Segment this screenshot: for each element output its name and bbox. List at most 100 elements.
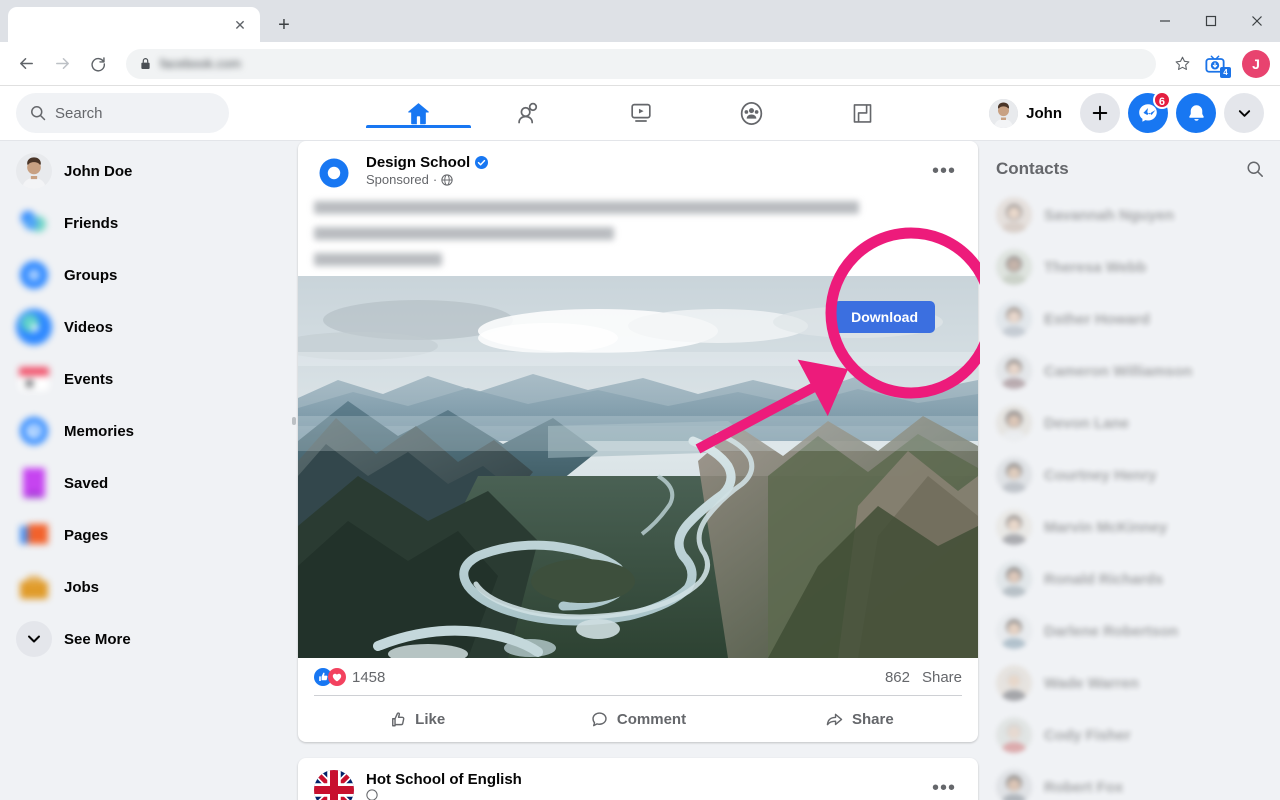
nav-groups[interactable] <box>696 100 807 127</box>
sidebar-item-label: Pages <box>64 526 109 544</box>
list-item[interactable]: Savannah Nguyen <box>988 193 1272 237</box>
post-menu-button[interactable]: ••• <box>926 770 962 800</box>
avatar <box>996 613 1032 649</box>
list-item[interactable]: Courtney Henry <box>988 453 1272 497</box>
video-downloader-extension-icon[interactable]: 4 <box>1200 50 1231 78</box>
search-placeholder: Search <box>55 104 103 122</box>
search-icon[interactable] <box>1246 160 1264 178</box>
close-window-icon[interactable] <box>1234 0 1280 42</box>
avatar <box>996 717 1032 753</box>
like-button[interactable]: Like <box>306 700 527 738</box>
sidebar-item-see-more[interactable]: See More <box>8 617 288 661</box>
sidebar-item-videos[interactable]: Videos <box>8 305 288 349</box>
comment-bubble-icon <box>590 710 609 729</box>
reaction-summary[interactable]: 1458 <box>314 668 385 686</box>
sidebar-item-profile[interactable]: John Doe <box>8 149 288 193</box>
uk-flag-avatar[interactable] <box>314 770 354 800</box>
list-item[interactable]: Theresa Webb <box>988 245 1272 289</box>
sidebar-item-friends[interactable]: Friends <box>8 201 288 245</box>
share-count-label: Share <box>921 668 962 686</box>
list-item[interactable]: Cody Fisher <box>988 713 1272 757</box>
post-body-text <box>298 193 978 276</box>
sidebar-item-label: John Doe <box>64 162 133 180</box>
groups-icon <box>738 100 765 127</box>
minimize-icon[interactable] <box>1142 0 1188 42</box>
search-input[interactable]: Search <box>16 93 229 133</box>
contact-name: Esther Howard <box>1044 310 1150 328</box>
address-bar[interactable]: facebook.com <box>126 48 1156 79</box>
share-summary[interactable]: 862 Share <box>885 669 962 686</box>
notifications-button[interactable] <box>1176 93 1216 133</box>
sidebar-item-label: Videos <box>64 318 113 336</box>
browser-profile-avatar[interactable]: J <box>1242 49 1270 78</box>
comment-button[interactable]: Comment <box>527 700 748 738</box>
contact-name: Ronald Richards <box>1044 570 1164 588</box>
friends-icon <box>16 205 52 241</box>
sidebar-item-jobs[interactable]: Jobs <box>8 565 288 609</box>
messenger-badge: 6 <box>1152 91 1171 109</box>
list-item[interactable]: Marvin McKinney <box>988 505 1272 549</box>
post-meta: Design School Sponsored · <box>366 153 926 187</box>
profile-name: John <box>1026 104 1062 122</box>
page-name[interactable]: Design School <box>366 154 470 171</box>
groups-icon <box>16 257 52 293</box>
sidebar-item-saved[interactable]: Saved <box>8 461 288 505</box>
tab-strip: ✕ + <box>0 0 1280 42</box>
post-action-bar: Like Comment Share <box>298 696 978 742</box>
main-navigation <box>296 100 985 128</box>
reload-icon[interactable] <box>82 48 114 80</box>
sidebar-item-pages[interactable]: Pages <box>8 513 288 557</box>
create-button[interactable] <box>1080 93 1120 133</box>
contact-name: Cameron Williamson <box>1044 362 1193 380</box>
lock-icon <box>140 57 151 70</box>
nav-gaming[interactable] <box>807 100 918 127</box>
avatar <box>996 249 1032 285</box>
facebook-top-bar: Search John 6 <box>0 86 1280 141</box>
watch-video-icon <box>628 100 654 126</box>
sidebar-item-groups[interactable]: Groups <box>8 253 288 297</box>
download-button[interactable]: Download <box>834 301 935 333</box>
sidebar-item-events[interactable]: Events <box>8 357 288 401</box>
sidebar-item-memories[interactable]: Memories <box>8 409 288 453</box>
list-item[interactable]: Ronald Richards <box>988 557 1272 601</box>
back-arrow-icon[interactable] <box>10 48 42 80</box>
share-count: 862 <box>884 668 910 686</box>
avatar <box>996 405 1032 441</box>
sidebar-item-label: Groups <box>64 266 118 284</box>
star-icon[interactable] <box>1168 50 1196 78</box>
browser-window: ✕ + facebook.com 4 J Search John 6 John … <box>0 0 1280 800</box>
list-item[interactable]: Devon Lane <box>988 401 1272 445</box>
list-item[interactable]: Esther Howard <box>988 297 1272 341</box>
contacts-header: Contacts <box>988 157 1272 185</box>
list-item[interactable]: Robert Fox <box>988 765 1272 800</box>
list-item[interactable]: Cameron Williamson <box>988 349 1272 393</box>
list-item[interactable]: Wade Warren <box>988 661 1272 705</box>
profile-shortcut[interactable]: John <box>985 95 1072 132</box>
post-header: Design School Sponsored · ••• <box>298 141 978 193</box>
new-tab-button[interactable]: + <box>270 11 298 39</box>
sidebar-item-label: See More <box>64 630 131 648</box>
close-icon[interactable]: ✕ <box>232 17 248 33</box>
chevron-down-icon <box>16 621 52 657</box>
account-menu-button[interactable] <box>1224 93 1264 133</box>
page-name[interactable]: Hot School of English <box>366 771 522 788</box>
nav-home[interactable] <box>363 100 474 128</box>
messenger-button[interactable]: 6 <box>1128 91 1171 133</box>
news-feed: Design School Sponsored · ••• Download 1… <box>296 141 980 800</box>
page-avatar[interactable] <box>314 153 354 193</box>
forward-arrow-icon[interactable] <box>46 48 78 80</box>
like-label: Like <box>415 710 446 728</box>
share-button[interactable]: Share <box>749 700 970 738</box>
list-item[interactable]: Darlene Robertson <box>988 609 1272 653</box>
nav-friends[interactable] <box>474 100 585 127</box>
events-icon <box>16 361 52 397</box>
nav-watch[interactable] <box>585 100 696 127</box>
post-image[interactable] <box>298 276 978 658</box>
sidebar-scrollbar[interactable] <box>292 417 296 425</box>
heart-reaction-icon <box>328 668 346 686</box>
post-menu-button[interactable]: ••• <box>926 153 962 189</box>
post-meta: Hot School of English <box>366 770 926 800</box>
post-engagement: 1458 862 Share <box>298 658 978 695</box>
browser-tab[interactable]: ✕ <box>8 7 260 42</box>
maximize-icon[interactable] <box>1188 0 1234 42</box>
